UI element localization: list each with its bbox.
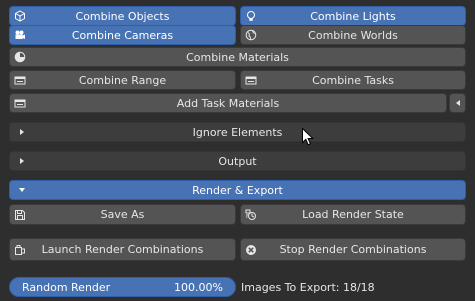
- triangle-left-icon: [454, 99, 462, 107]
- stop-circle-icon: [245, 244, 257, 256]
- combine-cameras-label: Combine Cameras: [71, 28, 174, 42]
- launch-icon: [14, 244, 26, 256]
- combine-objects-button[interactable]: Combine Objects: [9, 6, 236, 26]
- images-to-export-text: Images To Export: 18/18: [241, 280, 375, 294]
- combine-cameras-button[interactable]: Combine Cameras: [9, 25, 236, 45]
- output-panel-header[interactable]: Output: [9, 151, 466, 171]
- stop-render-combinations-button[interactable]: Stop Render Combinations: [240, 238, 466, 261]
- ignore-elements-panel-header[interactable]: Ignore Elements: [9, 122, 466, 142]
- load-state-icon: [245, 209, 257, 221]
- combine-objects-label: Combine Objects: [75, 9, 170, 23]
- globe-icon: [245, 29, 257, 41]
- random-render-slider[interactable]: Random Render 100.00%: [9, 277, 236, 297]
- save-as-button[interactable]: Save As: [9, 204, 236, 225]
- combine-tasks-button[interactable]: Combine Tasks: [240, 70, 466, 90]
- combine-materials-button[interactable]: Combine Materials: [9, 47, 466, 67]
- launch-render-combinations-label: Launch Render Combinations: [41, 243, 204, 256]
- save-as-label: Save As: [100, 208, 145, 221]
- combine-tasks-label: Combine Tasks: [312, 73, 394, 87]
- mouse-pointer-icon: [302, 127, 315, 149]
- random-render-value: 100.00%: [174, 280, 223, 294]
- add-task-materials-button[interactable]: Add Task Materials: [9, 93, 447, 113]
- lightbulb-icon: [245, 10, 257, 22]
- camera-icon: [14, 29, 26, 41]
- launch-render-combinations-button[interactable]: Launch Render Combinations: [9, 238, 236, 261]
- combine-range-label: Combine Range: [78, 73, 167, 87]
- load-render-state-label: Load Render State: [302, 208, 404, 221]
- triangle-right-icon: [17, 127, 27, 137]
- combine-range-button[interactable]: Combine Range: [9, 70, 236, 90]
- material-sphere-icon: [14, 51, 26, 63]
- triangle-down-icon: [17, 185, 27, 195]
- task-icon: [245, 74, 257, 86]
- range-icon: [14, 74, 26, 86]
- combine-lights-button[interactable]: Combine Lights: [240, 6, 466, 26]
- load-render-state-button[interactable]: Load Render State: [240, 204, 466, 225]
- stop-render-combinations-label: Stop Render Combinations: [279, 243, 427, 256]
- combine-worlds-button[interactable]: Combine Worlds: [240, 25, 466, 45]
- render-export-label: Render & Export: [192, 183, 283, 197]
- ignore-elements-label: Ignore Elements: [192, 125, 283, 139]
- random-render-label: Random Render: [22, 280, 111, 294]
- combine-worlds-label: Combine Worlds: [308, 28, 398, 42]
- add-task-materials-expand-button[interactable]: [449, 93, 466, 113]
- combine-materials-label: Combine Materials: [186, 50, 289, 64]
- save-icon: [14, 209, 26, 221]
- task-add-icon: [14, 97, 26, 109]
- combine-lights-label: Combine Lights: [310, 9, 396, 23]
- triangle-right-icon: [17, 156, 27, 166]
- render-export-panel-header[interactable]: Render & Export: [9, 180, 466, 200]
- cube-icon: [14, 10, 26, 22]
- output-label: Output: [218, 154, 257, 168]
- add-task-materials-label: Add Task Materials: [176, 96, 280, 110]
